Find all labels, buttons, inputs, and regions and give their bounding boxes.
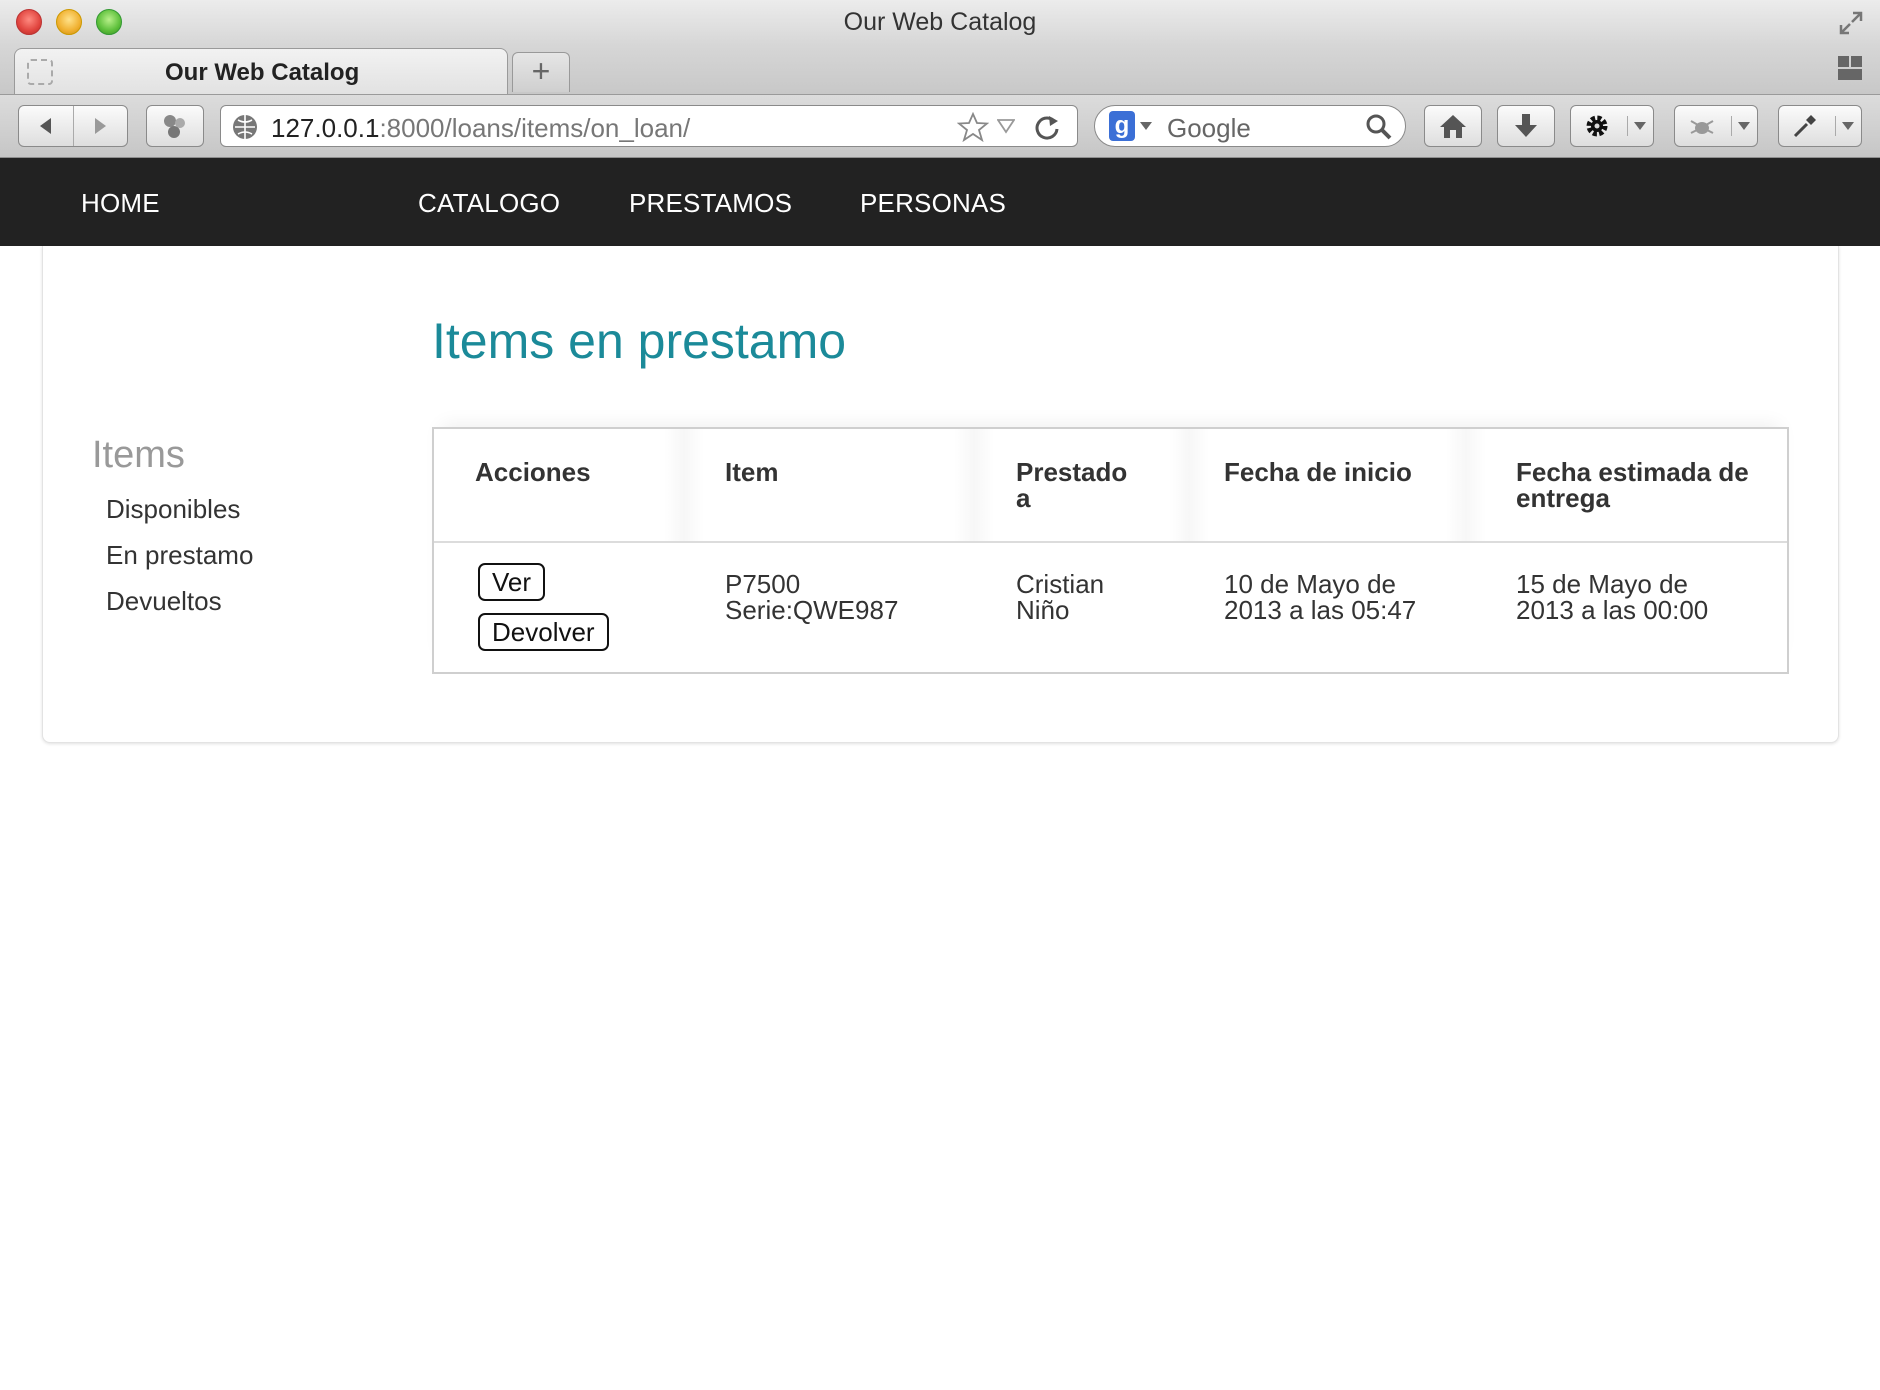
header-divider <box>1169 429 1209 541</box>
bookmark-star-icon[interactable] <box>957 112 989 142</box>
eyedropper-icon <box>1793 115 1816 138</box>
page-title: Items en prestamo <box>432 313 847 369</box>
fullscreen-icon[interactable] <box>1838 10 1864 36</box>
nav-home-link[interactable]: HOME <box>81 188 160 219</box>
url-text: 127.0.0.1:8000/loans/items/on_loan/ <box>271 113 690 144</box>
cell-item: P7500 Serie:QWE987 <box>725 569 899 625</box>
search-input[interactable]: Google <box>1167 113 1251 144</box>
chevron-down-icon <box>1738 122 1750 130</box>
nav-prestamos-link[interactable]: PRESTAMOS <box>629 188 792 219</box>
url-path: :8000/loans/items/on_loan/ <box>379 113 691 143</box>
url-host: 127.0.0.1 <box>271 113 380 143</box>
downloads-button[interactable] <box>1497 105 1555 147</box>
tab-our-web-catalog[interactable]: Our Web Catalog <box>14 48 508 94</box>
ver-button[interactable]: Ver <box>478 563 546 601</box>
google-engine-icon[interactable]: g <box>1109 111 1135 141</box>
column-header-acciones[interactable]: Acciones <box>475 459 591 485</box>
settings-button[interactable] <box>1570 105 1654 147</box>
header-divider <box>954 429 994 541</box>
developer-tools-button[interactable] <box>1778 105 1862 147</box>
new-tab-button[interactable]: + <box>512 52 570 92</box>
back-forward-buttons <box>18 105 128 147</box>
cell-fecha-entrega: 15 de Mayo de 2013 a las 00:00 <box>1516 569 1709 625</box>
firebug-icon <box>1690 120 1714 134</box>
url-bar[interactable]: 127.0.0.1:8000/loans/items/on_loan/ <box>220 105 1078 147</box>
back-button[interactable] <box>19 106 73 146</box>
addon-button[interactable] <box>1674 105 1758 147</box>
nav-catalogo-link[interactable]: CATALOGO <box>418 188 560 219</box>
gear-icon <box>1586 115 1608 137</box>
row-separator <box>434 541 1787 543</box>
header-divider <box>1446 429 1486 541</box>
home-icon <box>1440 115 1466 138</box>
column-header-prestado-a[interactable]: Prestado a <box>1016 459 1127 511</box>
header-divider <box>664 429 704 541</box>
search-icon[interactable] <box>1365 113 1393 141</box>
tab-strip: Our Web Catalog + <box>0 46 1880 95</box>
site-navbar: HOME CATALOGO PRESTAMOS PERSONAS <box>0 158 1880 246</box>
search-bar[interactable]: g Google <box>1094 105 1406 147</box>
column-header-fecha-inicio[interactable]: Fecha de inicio <box>1224 459 1412 485</box>
forward-button[interactable] <box>72 106 128 146</box>
sync-button[interactable] <box>146 105 204 147</box>
download-arrow-icon <box>1515 114 1537 137</box>
back-arrow-icon <box>39 118 51 134</box>
cell-fecha-inicio: 10 de Mayo de 2013 a las 05:47 <box>1224 569 1417 625</box>
history-dropdown-icon[interactable] <box>997 118 1015 134</box>
engine-dropdown-icon[interactable] <box>1139 120 1153 132</box>
home-button[interactable] <box>1424 105 1482 147</box>
tab-label: Our Web Catalog <box>165 59 360 86</box>
reload-icon[interactable] <box>1033 113 1061 141</box>
column-header-fecha-entrega[interactable]: Fecha estimada de entrega <box>1516 459 1749 511</box>
tab-groups-icon[interactable] <box>1836 54 1864 82</box>
navigation-toolbar: 127.0.0.1:8000/loans/items/on_loan/ g Go… <box>0 95 1880 158</box>
sidebar-item-disponibles[interactable]: Disponibles <box>106 494 240 525</box>
sidebar-heading: Items <box>92 434 185 476</box>
nav-personas-link[interactable]: PERSONAS <box>860 188 1006 219</box>
title-bar: Our Web Catalog <box>0 0 1880 46</box>
globe-icon <box>233 115 257 139</box>
window-title: Our Web Catalog <box>843 8 1037 36</box>
cell-prestado-a: Cristian Niño <box>1016 569 1105 625</box>
chevron-down-icon <box>1842 122 1854 130</box>
sidebar-item-en-prestamo[interactable]: En prestamo <box>106 540 253 571</box>
column-header-item[interactable]: Item <box>725 459 778 485</box>
loans-table: Acciones Item Prestado a Fecha de inicio… <box>432 427 1789 674</box>
devolver-button[interactable]: Devolver <box>478 613 609 651</box>
browser-window: Our Web Catalog Our Web Catalog + 127.0.… <box>0 0 1880 1390</box>
placeholder-favicon-icon <box>27 59 53 85</box>
sync-icon <box>164 115 185 138</box>
chevron-down-icon <box>1634 122 1646 130</box>
forward-arrow-icon <box>95 118 107 134</box>
sidebar-item-devueltos[interactable]: Devueltos <box>106 586 222 617</box>
